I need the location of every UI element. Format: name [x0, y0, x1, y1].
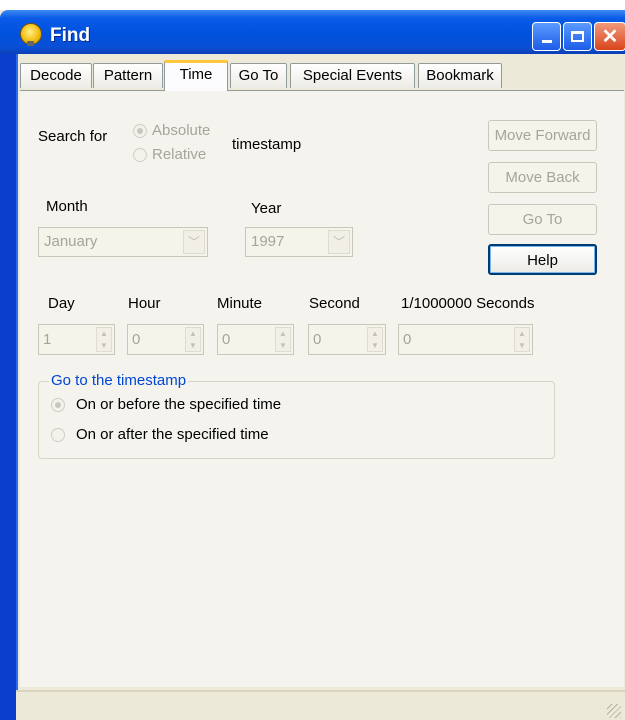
absolute-label: Absolute	[152, 122, 211, 139]
maximize-button[interactable]	[563, 22, 592, 51]
move-back-button[interactable]: Move Back	[488, 162, 597, 193]
before-label: On or before the specified time	[76, 396, 282, 413]
minute-label: Minute	[217, 295, 263, 312]
goto-timestamp-group	[38, 381, 555, 459]
month-value: January	[44, 233, 98, 250]
minute-stepper[interactable]: 0 ▲ ▼	[217, 324, 294, 355]
lightbulb-icon	[20, 23, 42, 46]
tab-bookmark[interactable]: Bookmark	[418, 63, 502, 88]
tab-pattern[interactable]: Pattern	[93, 63, 163, 88]
arrow-up-icon[interactable]: ▲	[186, 328, 200, 339]
arrow-down-icon[interactable]: ▼	[186, 340, 200, 351]
before-radio[interactable]	[51, 398, 65, 412]
year-value: 1997	[251, 233, 285, 250]
day-stepper-buttons[interactable]: ▲ ▼	[96, 327, 112, 352]
tab-go-to[interactable]: Go To	[230, 63, 287, 88]
minimize-icon	[541, 40, 552, 43]
window-title: Find	[50, 25, 91, 46]
after-label: On or after the specified time	[76, 426, 269, 443]
year-select[interactable]: 1997 ﹀	[245, 227, 353, 257]
hour-label: Hour	[128, 295, 161, 312]
microseconds-stepper[interactable]: 0 ▲ ▼	[398, 324, 533, 355]
maximize-icon	[571, 31, 584, 42]
after-radio[interactable]	[51, 428, 65, 442]
hour-stepper-buttons[interactable]: ▲ ▼	[185, 327, 201, 352]
microseconds-stepper-buttons[interactable]: ▲ ▼	[514, 327, 530, 352]
second-label: Second	[309, 295, 360, 312]
microseconds-label: 1/1000000 Seconds	[401, 295, 535, 312]
month-select[interactable]: January ﹀	[38, 227, 208, 257]
search-for-label: Search for	[38, 128, 108, 145]
relative-radio[interactable]	[133, 148, 147, 162]
arrow-up-icon[interactable]: ▲	[515, 328, 529, 339]
chevron-down-icon: ﹀	[183, 230, 205, 254]
find-window: Find ✕ Decode Pattern Time Go To Special…	[0, 0, 625, 720]
arrow-up-icon[interactable]: ▲	[368, 328, 382, 339]
arrow-down-icon[interactable]: ▼	[515, 340, 529, 351]
absolute-radio[interactable]	[133, 124, 147, 138]
hour-stepper[interactable]: 0 ▲ ▼	[127, 324, 204, 355]
year-label: Year	[251, 200, 282, 217]
close-icon: ✕	[601, 25, 619, 48]
second-stepper[interactable]: 0 ▲ ▼	[308, 324, 386, 355]
arrow-up-icon[interactable]: ▲	[97, 328, 111, 339]
minimize-button[interactable]	[532, 22, 561, 51]
day-label: Day	[48, 295, 75, 312]
minute-value: 0	[222, 331, 231, 348]
arrow-up-icon[interactable]: ▲	[276, 328, 290, 339]
goto-timestamp-title: Go to the timestamp	[49, 372, 189, 389]
help-button[interactable]: Help	[488, 244, 597, 275]
timestamp-label: timestamp	[232, 136, 302, 153]
hour-value: 0	[132, 331, 141, 348]
minute-stepper-buttons[interactable]: ▲ ▼	[275, 327, 291, 352]
day-stepper[interactable]: 1 ▲ ▼	[38, 324, 115, 355]
tab-decode[interactable]: Decode	[20, 63, 92, 88]
day-value: 1	[43, 331, 52, 348]
month-label: Month	[46, 198, 88, 215]
arrow-down-icon[interactable]: ▼	[276, 340, 290, 351]
relative-label: Relative	[152, 146, 207, 163]
arrow-down-icon[interactable]: ▼	[97, 340, 111, 351]
window-frame-left	[0, 54, 18, 720]
tab-time[interactable]: Time	[164, 60, 228, 91]
resize-grip-icon[interactable]	[607, 704, 621, 718]
arrow-down-icon[interactable]: ▼	[368, 340, 382, 351]
close-button[interactable]: ✕	[594, 22, 625, 51]
microseconds-value: 0	[403, 331, 412, 348]
move-forward-button[interactable]: Move Forward	[488, 120, 597, 151]
chevron-down-icon: ﹀	[328, 230, 350, 254]
title-strip	[0, 0, 625, 10]
second-stepper-buttons[interactable]: ▲ ▼	[367, 327, 383, 352]
status-bar	[16, 690, 625, 720]
second-value: 0	[313, 331, 322, 348]
tab-special-events[interactable]: Special Events	[290, 63, 415, 88]
go-to-button[interactable]: Go To	[488, 204, 597, 235]
